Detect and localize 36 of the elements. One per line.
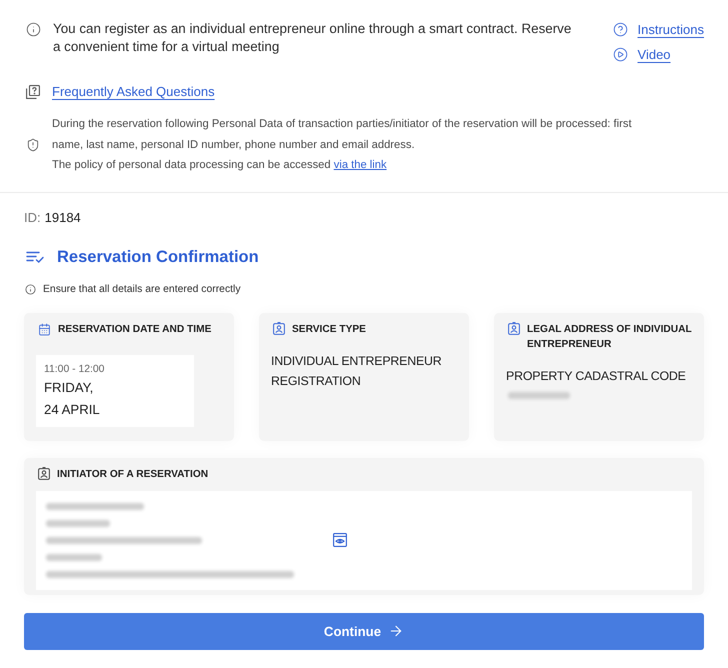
info-icon — [25, 284, 36, 295]
info-icon — [26, 22, 41, 37]
card-title: INITIATOR OF A RESERVATION — [57, 468, 208, 482]
faq-link[interactable]: Frequently Asked Questions — [52, 83, 215, 100]
blurred-text — [508, 392, 570, 398]
time-range: 11:00 - 12:00 — [44, 362, 106, 376]
card-title: SERVICE TYPE — [292, 322, 366, 336]
id-badge-icon — [508, 322, 520, 334]
shield-icon — [26, 138, 40, 152]
service-type-value: INDIVIDUAL ENTREPRENEUR REGISTRATION — [271, 352, 443, 390]
page-title: Reservation Confirmation — [57, 246, 259, 268]
hint-text: Ensure that all details are entered correctly — [43, 282, 241, 296]
id-badge-icon — [38, 466, 50, 480]
blurred-text — [46, 554, 102, 560]
calendar-icon — [38, 322, 51, 336]
privacy-notice: During the reservation following Personal Data of transaction parties/initiator of the reservation will be processed: first name, last name, personal ID number, phone number and email address. — [52, 117, 633, 152]
id-badge-icon — [273, 322, 285, 334]
eye-icon[interactable] — [333, 533, 347, 547]
id-value: 19184 — [44, 208, 81, 226]
address-value: PROPERTY CADASTRAL CODE — [506, 368, 687, 384]
instructions-link[interactable]: Instructions — [638, 21, 704, 38]
list-check-icon — [26, 250, 44, 262]
play-icon — [612, 47, 628, 62]
weekday: FRIDAY, — [44, 378, 94, 396]
id-label: ID: — [24, 208, 41, 226]
continue-button[interactable]: Continue — [24, 612, 704, 650]
faq-icon — [26, 84, 40, 98]
blurred-text — [46, 520, 110, 526]
date: 24 APRIL — [44, 400, 101, 418]
policy-link[interactable]: via the link — [334, 159, 387, 171]
video-link[interactable]: Video — [638, 46, 671, 63]
notice-text: You can register as an individual entrepreneur online through a smart contract. Reserve a convenient time for a virtual meeting — [53, 20, 572, 56]
help-icon — [612, 22, 628, 37]
card-title: LEGAL ADDRESS OF INDIVIDUAL ENTREPRENEUR — [527, 322, 693, 352]
card-title: RESERVATION DATE AND TIME — [58, 322, 212, 336]
policy-text: The policy of personal data processing can be accessed via the link — [52, 158, 388, 173]
